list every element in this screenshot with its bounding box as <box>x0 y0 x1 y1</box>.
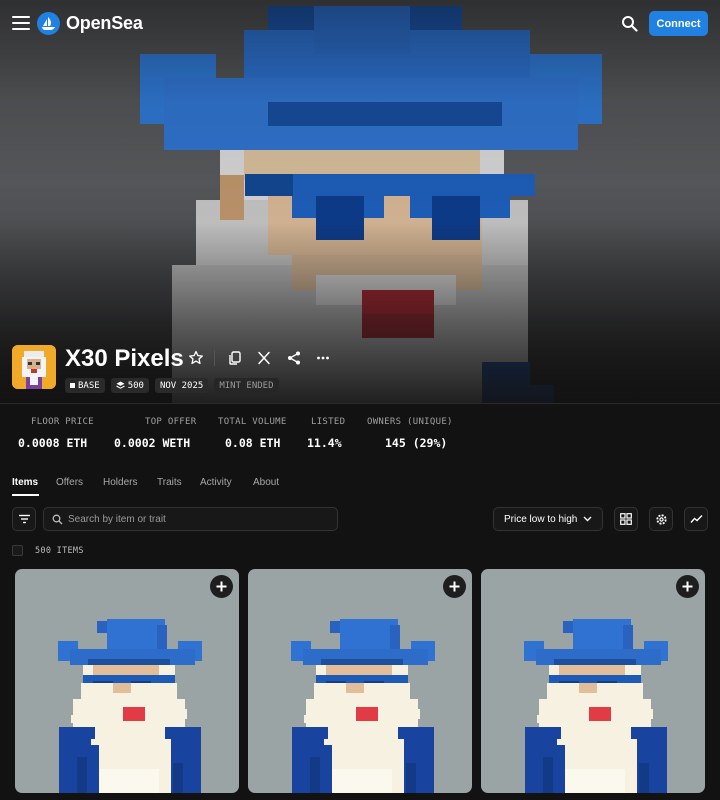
connect-button[interactable]: Connect <box>649 11 708 36</box>
add-to-cart-button[interactable] <box>676 575 699 598</box>
stat-total-volume-label: TOTAL VOLUME <box>218 417 287 427</box>
supply-badge: 500 <box>110 378 149 393</box>
copy-icon[interactable] <box>227 350 243 366</box>
layers-icon <box>115 381 125 389</box>
title-divider <box>214 350 215 366</box>
opensea-logo-text: OpenSea <box>66 13 143 33</box>
nft-item-card[interactable] <box>15 569 239 793</box>
sort-label: Price low to high <box>504 513 578 525</box>
stat-listed-label: LISTED <box>311 417 346 427</box>
gear-icon <box>655 513 667 525</box>
tab-offers[interactable]: Offers <box>56 477 83 488</box>
chevron-down-icon <box>583 516 592 522</box>
filter-icon <box>18 514 30 524</box>
tab-traits[interactable]: Traits <box>157 477 182 488</box>
plus-icon <box>449 581 460 592</box>
x-twitter-icon[interactable] <box>256 350 272 366</box>
search-icon[interactable] <box>620 14 640 34</box>
stat-top-offer-value: 0.0002 WETH <box>114 436 191 450</box>
date-badge: NOV 2025 <box>154 378 209 393</box>
filter-button[interactable] <box>12 507 36 531</box>
item-search-input[interactable] <box>68 513 328 525</box>
trend-chart-icon <box>689 515 702 523</box>
star-icon[interactable] <box>188 350 204 366</box>
stat-owners-value: 145 (29%) <box>385 436 448 450</box>
nft-item-card[interactable] <box>481 569 705 793</box>
chain-label: BASE <box>78 380 100 391</box>
collection-avatar <box>12 345 56 389</box>
item-search-field[interactable] <box>43 507 338 531</box>
tab-holders[interactable]: Holders <box>103 477 137 488</box>
stat-owners-label: OWNERS (UNIQUE) <box>367 417 453 427</box>
nft-item-image <box>58 619 202 793</box>
stat-floor-price-value: 0.0008 ETH <box>18 436 88 450</box>
tab-items[interactable]: Items <box>12 477 38 488</box>
chain-badge: BASE <box>65 378 105 393</box>
plus-icon <box>216 581 227 592</box>
item-count-label: 500 ITEMS <box>35 546 84 556</box>
menu-icon[interactable] <box>12 16 30 32</box>
supply-label: 500 <box>127 380 144 391</box>
banner-overlay <box>0 0 720 404</box>
settings-button[interactable] <box>649 507 673 531</box>
nft-item-image <box>291 619 435 793</box>
chain-square-icon <box>70 383 75 388</box>
sort-dropdown[interactable]: Price low to high <box>493 507 603 531</box>
search-field-icon <box>52 514 63 524</box>
nft-item-card[interactable] <box>248 569 472 793</box>
add-to-cart-button[interactable] <box>210 575 233 598</box>
add-to-cart-button[interactable] <box>443 575 466 598</box>
plus-icon <box>682 581 693 592</box>
select-all-checkbox[interactable] <box>12 545 23 556</box>
more-options-icon[interactable] <box>315 350 331 366</box>
nft-item-image <box>524 619 668 793</box>
stat-floor-price-label: FLOOR PRICE <box>31 417 94 427</box>
collection-title: X30 Pixels <box>65 345 184 372</box>
tab-about[interactable]: About <box>253 477 279 488</box>
stats-divider <box>0 403 720 404</box>
share-icon[interactable] <box>286 350 302 366</box>
grid-view-button[interactable] <box>614 507 638 531</box>
collection-banner <box>0 0 720 404</box>
tab-activity[interactable]: Activity <box>200 477 232 488</box>
mint-status-badge: MINT ENDED <box>214 378 279 393</box>
stat-total-volume-value: 0.08 ETH <box>225 436 281 450</box>
grid-view-icon <box>620 513 632 525</box>
active-tab-indicator <box>12 494 39 496</box>
activity-chart-button[interactable] <box>684 507 708 531</box>
stat-top-offer-label: TOP OFFER <box>145 417 197 427</box>
opensea-logo-icon <box>37 12 60 35</box>
stat-listed-value: 11.4% <box>307 436 342 450</box>
opensea-logo[interactable]: OpenSea <box>37 12 143 35</box>
collection-badges: BASE 500 NOV 2025 MINT ENDED <box>65 378 279 393</box>
